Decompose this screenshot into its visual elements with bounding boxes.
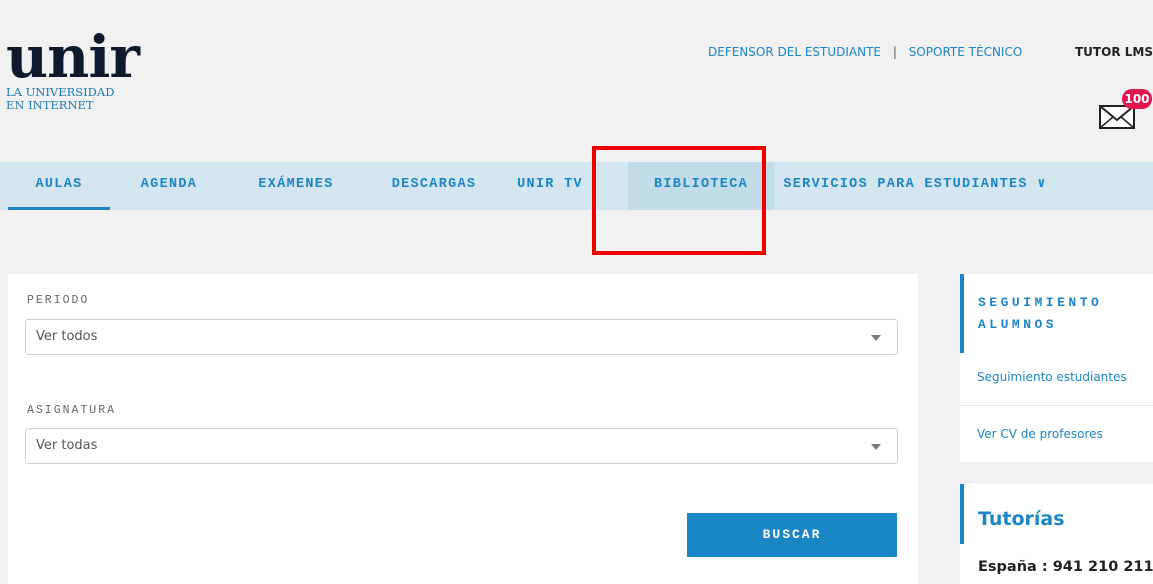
seguimiento-heading-line1: SEGUIMIENTO [978,295,1103,310]
nav-tab-agenda[interactable]: AGENDA [110,162,228,210]
seguimiento-heading-line2: ALUMNOS [978,317,1058,332]
header-separator: | [892,45,897,59]
periodo-label: PERIODO [27,294,90,307]
seguimiento-estudiantes-link[interactable]: Seguimiento estudiantes [977,370,1127,384]
tutorias-title: Tutorías [978,508,1065,530]
chevron-down-icon [871,335,881,341]
periodo-select[interactable]: Ver todos [25,319,898,355]
nav-tab-biblioteca[interactable]: BIBLIOTECA [628,162,774,210]
periodo-select-value: Ver todos [36,329,98,344]
nav-tab-unir-tv[interactable]: UNIR TV [504,162,596,210]
asignatura-label: ASIGNATURA [27,404,117,417]
ver-cv-profesores-link[interactable]: Ver CV de profesores [977,427,1103,441]
asignatura-select[interactable]: Ver todas [25,428,898,464]
asignatura-select-value: Ver todas [36,438,98,453]
section-accent-bar [960,484,964,544]
user-name[interactable]: TUTOR LMS3 [1075,45,1153,59]
chevron-down-icon [871,444,881,450]
nav-tab-servicios-estudiantes[interactable]: SERVICIOS PARA ESTUDIANTES ∨ [774,162,1056,210]
mail-count-badge: 100 [1122,89,1152,109]
divider [960,405,1153,406]
seguimiento-alumnos-box: SEGUIMIENTO ALUMNOS Seguimiento estudian… [960,274,1153,462]
header-links: DEFENSOR DEL ESTUDIANTE | SOPORTE TÉCNIC… [708,45,1022,59]
section-accent-bar [960,274,964,353]
tutorias-phone: España : 941 210 211 [978,559,1153,575]
logo-tagline-line2: EN INTERNET [6,98,94,112]
nav-tab-descargas[interactable]: DESCARGAS [364,162,504,210]
defensor-estudiante-link[interactable]: DEFENSOR DEL ESTUDIANTE [708,45,881,59]
soporte-tecnico-link[interactable]: SOPORTE TÉCNICO [909,45,1023,59]
buscar-button[interactable]: BUSCAR [687,513,897,557]
nav-tab-examenes[interactable]: EXÁMENES [228,162,364,210]
nav-tab-aulas[interactable]: AULAS [8,162,110,210]
unir-logo[interactable]: unir LA UNIVERSIDAD EN INTERNET [6,23,140,112]
logo-wordmark: unir [6,23,140,91]
main-nav: AULAS AGENDA EXÁMENES DESCARGAS UNIR TV … [0,162,1153,210]
tutorias-box: Tutorías España : 941 210 211 [960,484,1153,584]
